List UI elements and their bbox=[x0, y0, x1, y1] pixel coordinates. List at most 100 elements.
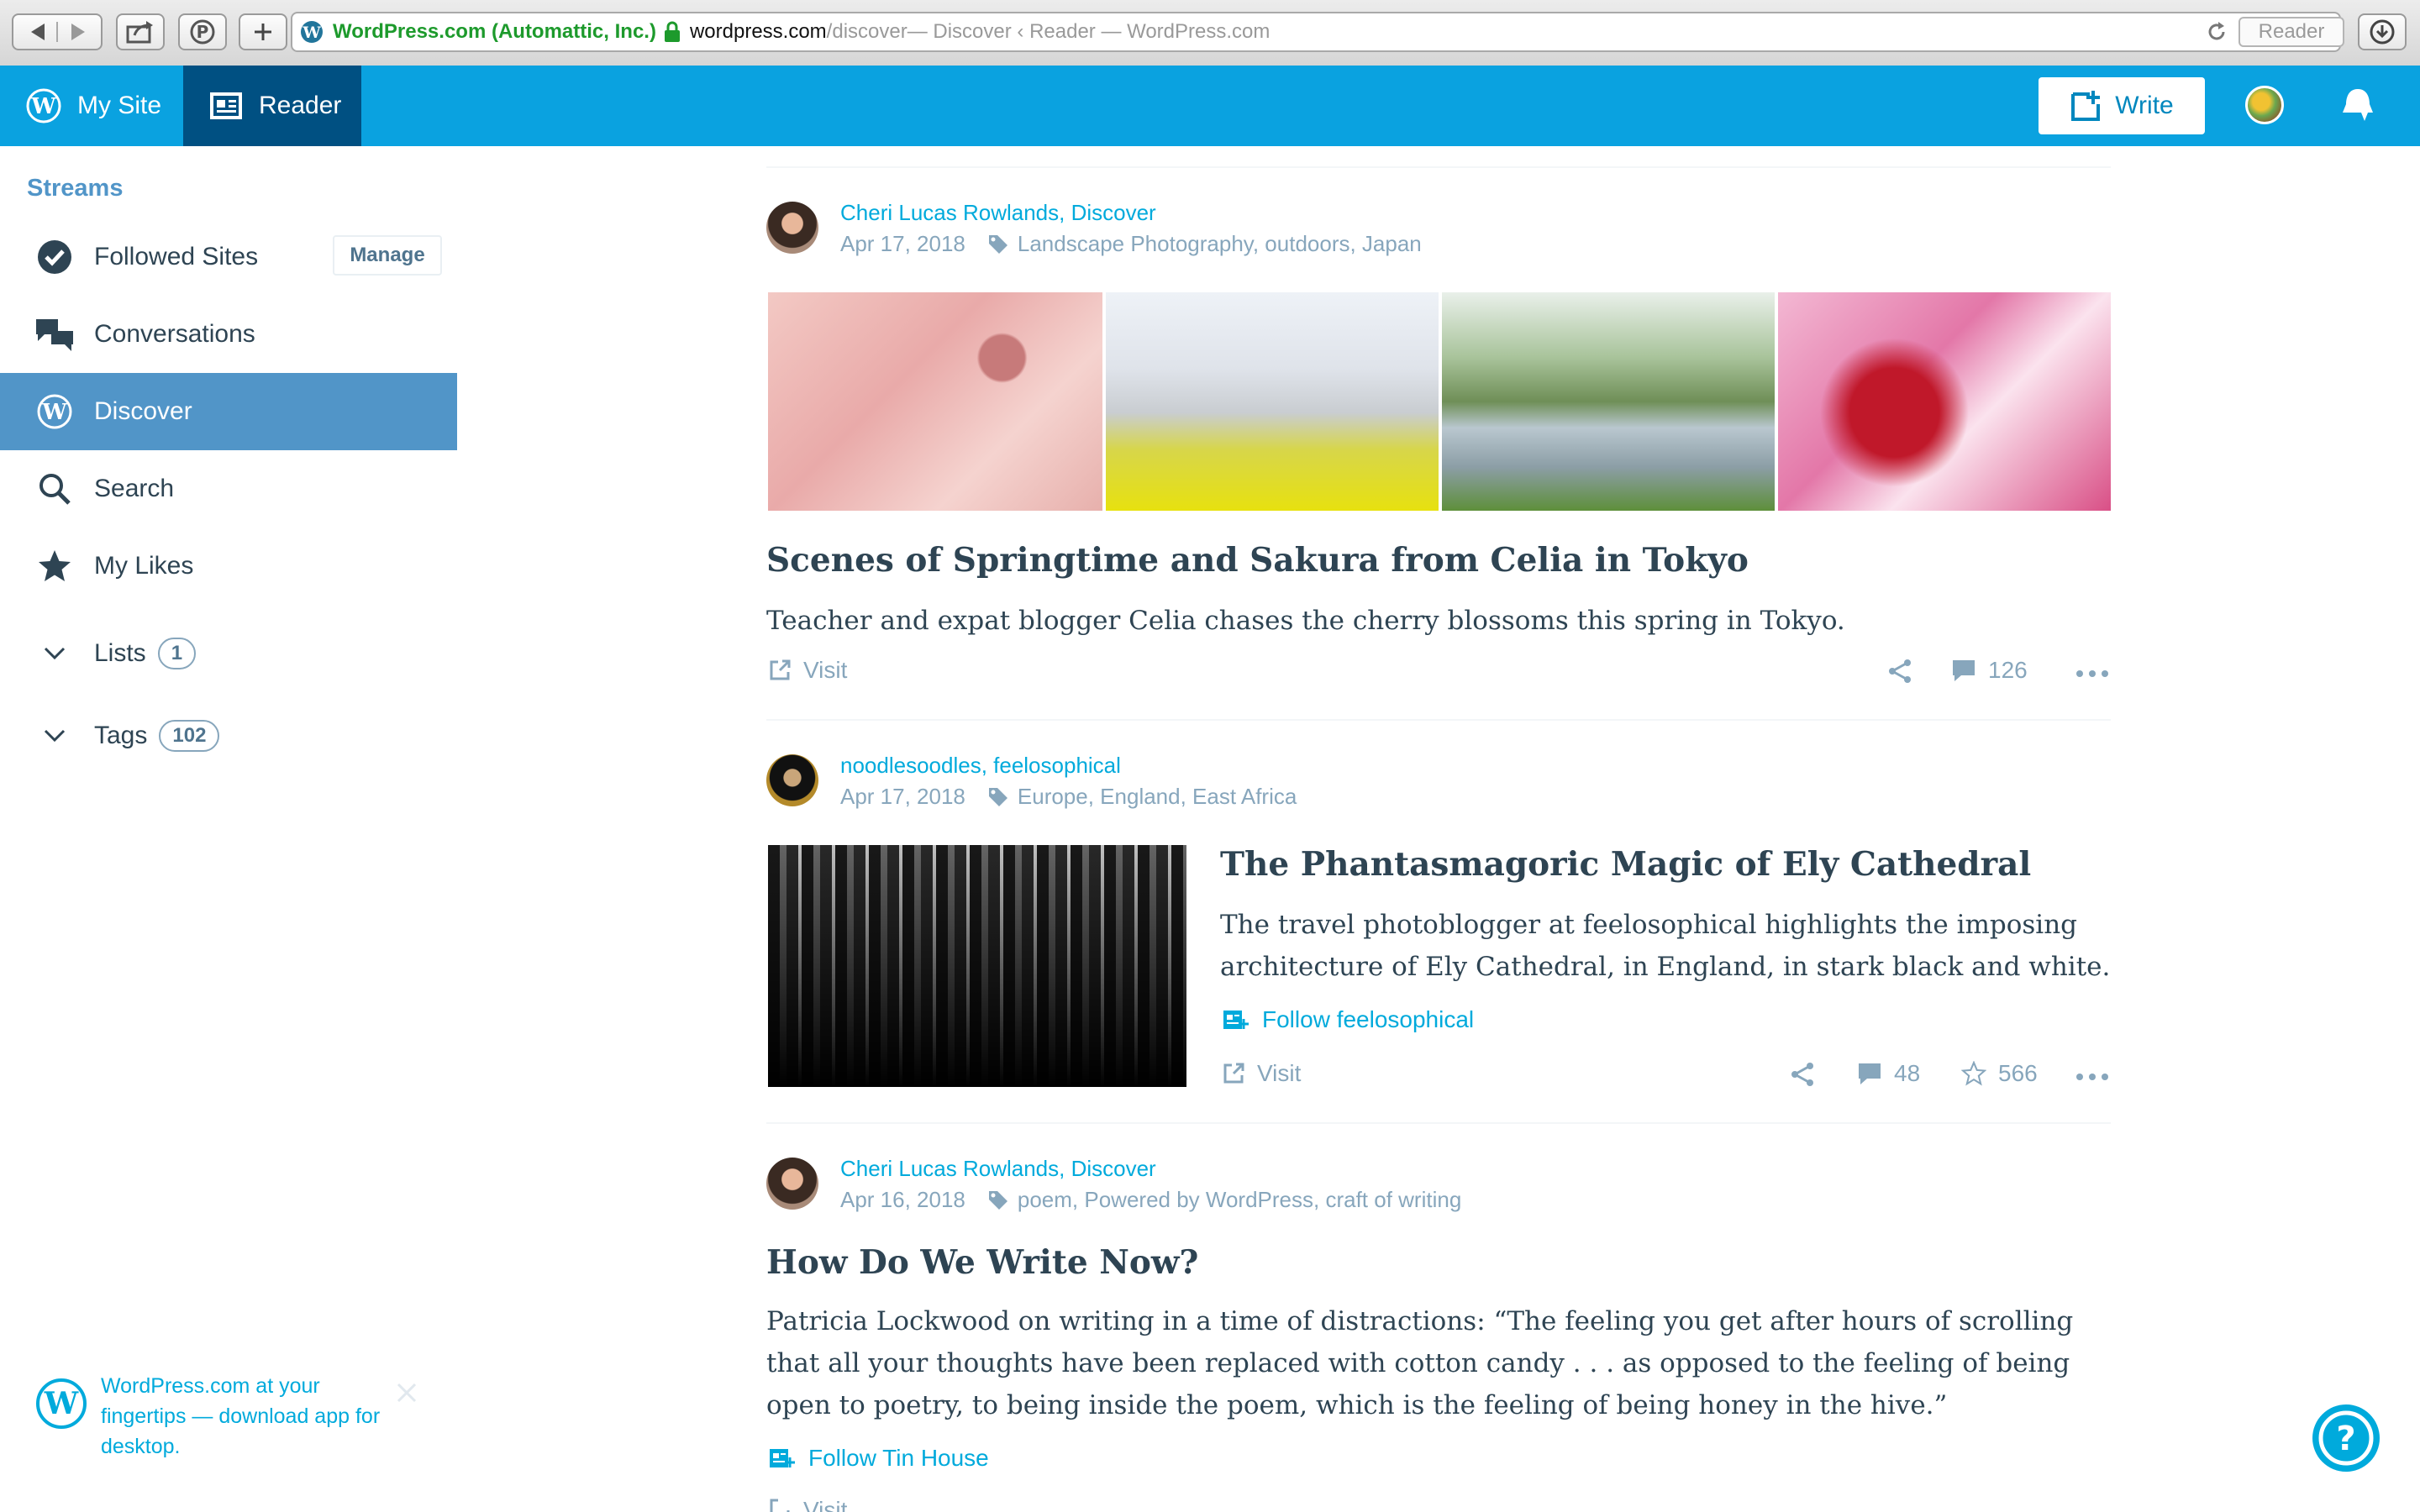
post-tags[interactable]: Europe, England, East Africa bbox=[1018, 784, 1297, 810]
follow-button[interactable]: Follow feelosophical bbox=[1222, 1006, 1474, 1033]
chevron-down-icon bbox=[34, 645, 76, 662]
close-icon[interactable] bbox=[395, 1381, 418, 1404]
sidebar-item-my-likes[interactable]: My Likes bbox=[0, 528, 457, 605]
star-outline-icon bbox=[1961, 1061, 1986, 1086]
post-date[interactable]: Apr 17, 2018 bbox=[840, 231, 965, 257]
back-forward-icon bbox=[31, 22, 85, 42]
pinterest-button[interactable]: P bbox=[178, 13, 227, 50]
lists-label: Lists bbox=[94, 639, 146, 667]
pinterest-icon: P bbox=[190, 19, 215, 45]
lists-count-badge: 1 bbox=[157, 638, 197, 669]
post-image-sakura-petals[interactable] bbox=[768, 292, 1102, 511]
masterbar: W My Site Reader Write bbox=[0, 66, 2420, 146]
comments-button[interactable]: 126 bbox=[1951, 657, 2028, 684]
tags-count-badge: 102 bbox=[159, 720, 220, 752]
visit-label: Visit bbox=[803, 1497, 848, 1512]
page-title: — Discover ‹ Reader — WordPress.com bbox=[907, 20, 1270, 43]
reader-icon bbox=[210, 92, 242, 119]
author-avatar[interactable] bbox=[766, 202, 818, 254]
svg-text:W: W bbox=[41, 400, 67, 425]
svg-text:W: W bbox=[44, 1386, 79, 1421]
write-button[interactable]: Write bbox=[2039, 77, 2205, 134]
my-site-label: My Site bbox=[77, 92, 162, 119]
post-excerpt: The travel photoblogger at feelosophical… bbox=[1220, 910, 2111, 982]
post-title[interactable]: How Do We Write Now? bbox=[766, 1243, 1198, 1282]
visit-link[interactable]: Visit bbox=[768, 1497, 847, 1512]
share-button[interactable] bbox=[116, 13, 165, 50]
desktop-app-promo-link[interactable]: WordPress.com at your fingertips — downl… bbox=[101, 1371, 387, 1462]
post-image-cherry-trees-rapeseed[interactable] bbox=[1106, 292, 1439, 511]
sidebar-item-discover[interactable]: W Discover bbox=[0, 373, 457, 450]
post-byline: Cheri Lucas Rowlands, Discover Apr 17, 2… bbox=[840, 200, 1422, 257]
more-options-icon[interactable] bbox=[2075, 669, 2109, 679]
comment-icon bbox=[1953, 660, 1975, 681]
svg-text:?: ? bbox=[2336, 1420, 2355, 1458]
new-tab-button[interactable] bbox=[239, 13, 287, 50]
address-bar[interactable]: W WordPress.com (Automattic, Inc.) wordp… bbox=[291, 12, 2341, 52]
sidebar-item-label: My Likes bbox=[94, 552, 194, 580]
comments-button[interactable]: 48 bbox=[1857, 1060, 1920, 1087]
svg-text:W: W bbox=[302, 24, 321, 42]
post-author-link[interactable]: Cheri Lucas Rowlands, Discover bbox=[840, 200, 1422, 226]
post-author-link[interactable]: noodlesoodles, feelosophical bbox=[840, 753, 1297, 779]
sidebar-item-search[interactable]: Search bbox=[0, 450, 457, 528]
write-icon bbox=[2071, 91, 2101, 121]
divider bbox=[766, 166, 2111, 168]
post-tags[interactable]: Landscape Photography, outdoors, Japan bbox=[1018, 231, 1422, 257]
post-title[interactable]: The Phantasmagoric Magic of Ely Cathedra… bbox=[1220, 845, 2031, 884]
external-link-icon bbox=[1223, 1063, 1244, 1084]
manage-button[interactable]: Manage bbox=[333, 235, 442, 276]
post-title[interactable]: Scenes of Springtime and Sakura from Cel… bbox=[766, 541, 1749, 580]
reload-icon[interactable] bbox=[2205, 20, 2228, 44]
wordpress-promo-icon: W bbox=[36, 1378, 87, 1429]
my-site-button[interactable]: W My Site bbox=[0, 66, 180, 146]
notifications-icon[interactable] bbox=[2336, 84, 2380, 128]
reader-label: Reader bbox=[259, 92, 342, 119]
sidebar-item-label: Discover bbox=[94, 397, 192, 425]
visit-link[interactable]: Visit bbox=[1222, 1060, 1301, 1087]
user-avatar[interactable] bbox=[2245, 86, 2284, 124]
reader-mode-button[interactable]: Reader bbox=[2238, 17, 2344, 47]
chevron-down-icon bbox=[34, 727, 76, 744]
share-icon[interactable] bbox=[1790, 1062, 1815, 1087]
post-excerpt: Teacher and expat blogger Celia chases t… bbox=[766, 606, 1845, 636]
post-date[interactable]: Apr 17, 2018 bbox=[840, 784, 965, 810]
post-date[interactable]: Apr 16, 2018 bbox=[840, 1187, 965, 1213]
post-excerpt: Patricia Lockwood on writing in a time o… bbox=[766, 1306, 2074, 1420]
visit-link[interactable]: Visit bbox=[768, 657, 847, 684]
sidebar-item-conversations[interactable]: Conversations bbox=[0, 296, 457, 373]
lock-icon bbox=[664, 21, 680, 42]
sidebar-item-tags[interactable]: Tags 102 bbox=[0, 697, 457, 774]
author-avatar[interactable] bbox=[766, 1158, 818, 1210]
sidebar-item-lists[interactable]: Lists 1 bbox=[0, 615, 457, 692]
divider bbox=[766, 1122, 2111, 1124]
follow-button[interactable]: Follow Tin House bbox=[768, 1445, 989, 1472]
tag-icon bbox=[988, 787, 1007, 806]
follow-label: Follow Tin House bbox=[808, 1445, 989, 1471]
post-image-ely-cathedral[interactable] bbox=[768, 845, 1186, 1087]
more-options-icon[interactable] bbox=[2075, 1072, 2109, 1082]
sidebar-item-label: Followed Sites bbox=[94, 243, 259, 270]
help-icon[interactable]: ? bbox=[2311, 1403, 2381, 1473]
star-icon bbox=[34, 548, 76, 585]
reader-tab[interactable]: Reader bbox=[183, 66, 361, 146]
browser-toolbar: P W WordPress.com (Automattic, Inc.) wor… bbox=[0, 0, 2420, 67]
external-link-icon bbox=[770, 659, 791, 680]
chat-bubbles-icon bbox=[34, 318, 76, 351]
divider bbox=[766, 719, 2111, 721]
post-image-boat-canal[interactable] bbox=[1442, 292, 1775, 511]
like-button[interactable]: 566 bbox=[1961, 1060, 2038, 1087]
post-author-link[interactable]: Cheri Lucas Rowlands, Discover bbox=[840, 1156, 1461, 1182]
comment-count: 48 bbox=[1894, 1060, 1921, 1086]
post-tags[interactable]: poem, Powered by WordPress, craft of wri… bbox=[1018, 1187, 1461, 1213]
author-avatar[interactable] bbox=[766, 754, 818, 806]
share-icon[interactable] bbox=[1887, 659, 1912, 684]
downloads-button[interactable] bbox=[2358, 13, 2407, 50]
post-image-lanterns-blossoms[interactable] bbox=[1778, 292, 2111, 511]
wordpress-logo-icon: W bbox=[26, 88, 61, 123]
comment-count: 126 bbox=[1988, 657, 2028, 683]
post-byline: Cheri Lucas Rowlands, Discover Apr 16, 2… bbox=[840, 1156, 1461, 1213]
svg-text:W: W bbox=[30, 94, 56, 119]
follow-icon bbox=[1223, 1011, 1249, 1029]
back-forward-buttons[interactable] bbox=[12, 13, 103, 50]
